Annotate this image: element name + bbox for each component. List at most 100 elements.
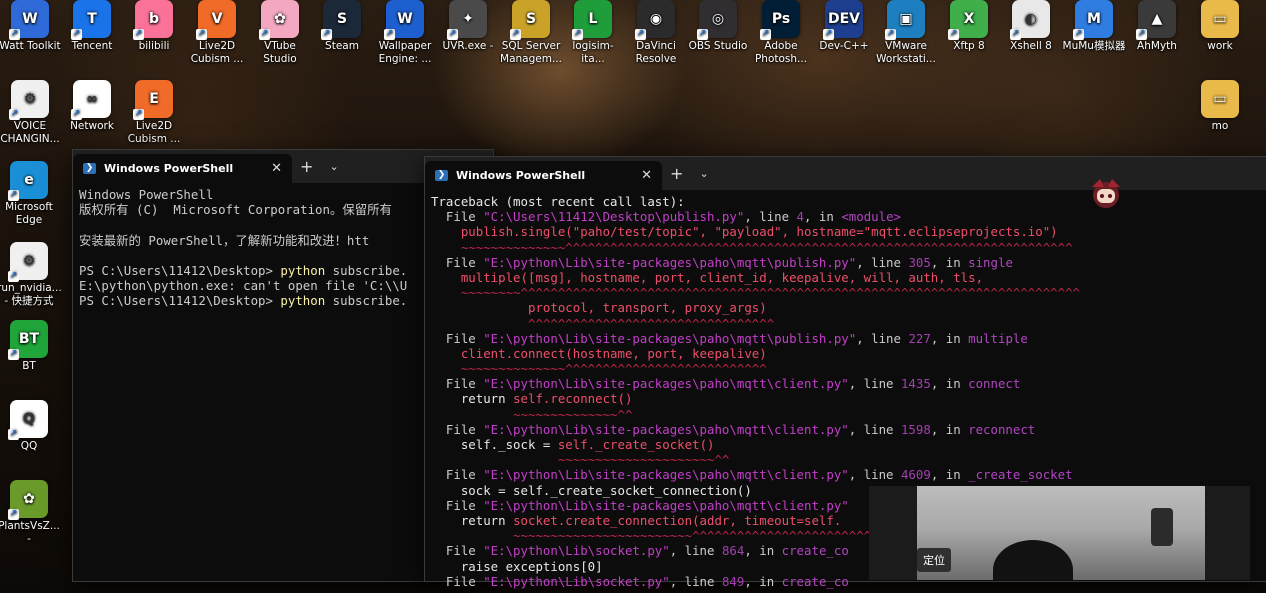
desktop-shortcut-label: DaVinci Resolve: [635, 40, 677, 65]
close-tab-icon[interactable]: ✕: [641, 168, 652, 183]
shortcut-arrow-icon: ↗: [8, 190, 19, 201]
desktop-shortcut[interactable]: W ↗ Wallpaper Engine: ...: [373, 0, 437, 66]
davinci-resolve-icon: ◉ ↗: [635, 0, 675, 40]
terminal-line: ~~~~~~~~^^^^^^^^^^^^^^^^^^^^^^^^^^^^^^^^…: [431, 285, 1261, 300]
desktop-shortcut[interactable]: ⚙ ↗ run_nvidia... - 快捷方式: [0, 242, 61, 308]
shortcut-arrow-icon: ↗: [885, 29, 896, 40]
terminal-text: , in: [804, 209, 842, 225]
xshell-icon: ◐ ↗: [1010, 0, 1050, 40]
terminal-text: sock = self._create_socket_connection(): [460, 482, 752, 498]
tab-windows-powershell[interactable]: ❯ Windows PowerShell ✕: [73, 154, 293, 183]
file-path: "E:\python\Lib\site-packages\paho\mqtt\c…: [483, 497, 849, 513]
new-tab-button[interactable]: +: [662, 157, 691, 190]
desktop-shortcut[interactable]: M ↗ MuMu模拟器: [1062, 0, 1126, 53]
desktop-shortcut[interactable]: ▭ mo: [1188, 80, 1252, 133]
error-code: self._create_socket(): [557, 437, 715, 452]
terminal-text: , line: [744, 209, 797, 225]
shortcut-arrow-icon: ↗: [71, 29, 82, 40]
shortcut-arrow-icon: ↗: [510, 29, 521, 40]
file-path: "E:\python\Lib\site-packages\paho\mqtt\p…: [483, 330, 857, 346]
terminal-line: ~~~~~~~~~~~~~~^^^^^^^^^^^^^^^^^^^^^^^^^^…: [431, 240, 1261, 255]
tab-title: Windows PowerShell: [104, 162, 234, 175]
close-tab-icon[interactable]: ✕: [271, 161, 282, 176]
shortcut-arrow-icon: ↗: [572, 29, 583, 40]
terminal-text: File: [431, 497, 484, 513]
desktop-shortcut[interactable]: ✿ ↗ PlantsVsZ... -: [0, 480, 61, 546]
terminal-text: File: [431, 254, 484, 270]
file-path: "E:\python\Lib\site-packages\paho\mqtt\c…: [483, 421, 849, 437]
desktop-shortcut[interactable]: ✦ ↗ UVR.exe -: [436, 0, 500, 53]
desktop-shortcut-label: Xftp 8: [953, 40, 985, 52]
shortcut-arrow-icon: ↗: [71, 109, 82, 120]
function-name: _create_socket: [968, 467, 1073, 483]
desktop-shortcut[interactable]: e ↗ Microsoft Edge: [0, 161, 61, 227]
desktop-shortcut-label: BT: [22, 360, 36, 372]
terminal-text: , in: [930, 330, 969, 346]
desktop-shortcut[interactable]: S ↗ Steam: [310, 0, 374, 53]
desktop-shortcut[interactable]: ▣ ↗ VMware Workstati...: [874, 0, 938, 66]
network-icon: ∞ ↗: [71, 80, 111, 120]
file-path: "C:\Users\11412\Desktop\publish.py": [483, 209, 745, 225]
new-tab-button[interactable]: +: [292, 150, 321, 183]
desktop-shortcut[interactable]: T ↗ Tencent: [60, 0, 124, 53]
tab-windows-powershell[interactable]: ❯ Windows PowerShell ✕: [425, 161, 663, 190]
desktop-shortcut[interactable]: W ↗ Watt Toolkit: [0, 0, 62, 53]
desktop-shortcut[interactable]: V ↗ Live2D Cubism ...: [185, 0, 249, 66]
desktop-shortcut-label: Wallpaper Engine: ...: [378, 40, 432, 65]
desktop-shortcut[interactable]: ✿ ↗ VTube Studio: [248, 0, 312, 66]
terminal-line: File "E:\python\Lib\site-packages\paho\m…: [431, 422, 1261, 437]
desktop-shortcut[interactable]: L ↗ logisim-ita...: [561, 0, 625, 66]
shortcut-arrow-icon: ↗: [760, 29, 771, 40]
desktop-shortcut-label: Watt Toolkit: [0, 40, 61, 52]
desktop-shortcut-label: VMware Workstati...: [876, 40, 936, 65]
desktop-shortcut[interactable]: Ps ↗ Adobe Photosh...: [749, 0, 813, 66]
terminal-text: return: [460, 512, 514, 528]
desktop-shortcut[interactable]: DEV ↗ Dev-C++: [812, 0, 876, 53]
desktop-shortcut[interactable]: BT ↗ BT: [0, 320, 61, 373]
terminal-text: , in: [930, 467, 969, 483]
desktop-shortcut[interactable]: X ↗ Xftp 8: [937, 0, 1001, 53]
terminal-text: , line: [848, 421, 901, 437]
desktop-shortcut-label: Microsoft Edge: [5, 201, 53, 226]
desktop-shortcut[interactable]: ◐ ↗ Xshell 8: [999, 0, 1063, 53]
obs-studio-icon: ◎ ↗: [697, 0, 737, 40]
bt-panel-icon: BT ↗: [8, 320, 48, 360]
terminal-text: , in: [744, 543, 782, 559]
terminal-text: File: [431, 209, 484, 225]
terminal-text: File: [431, 543, 484, 559]
error-marker: ~~~~~~~~~~~~~~~~~~~~~^^: [460, 452, 730, 468]
desktop-shortcut[interactable]: ⚙ ↗ VOICE CHANGIN...: [0, 80, 62, 146]
desktop-shortcut-label: Xshell 8: [1010, 40, 1052, 52]
terminal-text: , line: [856, 254, 909, 270]
error-code: socket.create_connection(addr, timeout=s…: [513, 512, 842, 528]
shortcut-arrow-icon: ↗: [635, 29, 646, 40]
error-code: protocol, transport, proxy_args): [460, 300, 767, 316]
tab-dropdown-chevron-icon[interactable]: ⌄: [691, 157, 716, 190]
desktop-shortcut[interactable]: ∞ ↗ Network: [60, 80, 124, 133]
desktop-shortcut-label: mo: [1211, 120, 1229, 132]
tab-dropdown-chevron-icon[interactable]: ⌄: [321, 150, 346, 183]
desktop-shortcut[interactable]: ◎ ↗ OBS Studio: [686, 0, 750, 53]
desktop-shortcut[interactable]: S ↗ SQL Server Managem...: [499, 0, 563, 66]
desktop-shortcut[interactable]: E ↗ Live2D Cubism ...: [122, 80, 186, 146]
line-number: 227: [908, 330, 931, 346]
desktop-shortcut[interactable]: ◉ ↗ DaVinci Resolve: [624, 0, 688, 66]
window-titlebar[interactable]: ❯ Windows PowerShell ✕ + ⌄: [425, 157, 1266, 190]
wallpaper-engine-icon: W ↗: [384, 0, 424, 40]
shortcut-arrow-icon: ↗: [823, 29, 834, 40]
terminal-text: PS C:\Users\11412\Desktop>: [79, 293, 281, 309]
webcam-feed-object: [1151, 508, 1173, 546]
terminal-text: subscribe.: [325, 293, 408, 309]
sql-server-icon: S ↗: [510, 0, 550, 40]
desktop-shortcut-label: AhMyth: [1137, 40, 1177, 52]
line-number: 4609: [900, 467, 931, 483]
desktop-shortcut[interactable]: ▭ work: [1188, 0, 1252, 53]
terminal-line: ~~~~~~~~~~~~~~^^: [431, 407, 1261, 422]
desktop-shortcut[interactable]: b ↗ bilibili: [122, 0, 186, 53]
desktop-shortcut[interactable]: Q ↗ QQ: [0, 400, 61, 453]
desktop-shortcut[interactable]: ▲ ↗ AhMyth: [1125, 0, 1189, 53]
locate-button[interactable]: 定位: [917, 548, 951, 572]
